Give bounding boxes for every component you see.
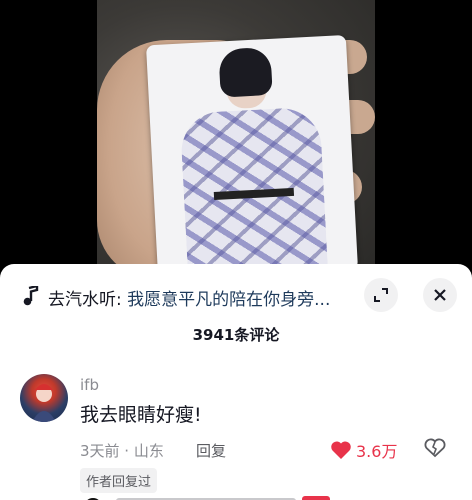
card-figure-hair	[218, 46, 273, 98]
author-replied-tag: 作者回复过	[80, 468, 158, 493]
comment-meta: 3天前 · 山东	[80, 442, 164, 460]
close-icon	[434, 289, 446, 301]
heart-icon	[331, 441, 351, 459]
expand-icon	[374, 288, 388, 302]
music-bar[interactable]: 去汽水听: 我愿意平凡的陪在你身旁...	[0, 278, 472, 314]
like-count: 3.6万	[356, 442, 398, 461]
avatar[interactable]	[20, 374, 68, 422]
like-button[interactable]: 3.6万	[330, 438, 397, 462]
comment-sheet: 去汽水听: 我愿意平凡的陪在你身旁... 3941条评论 ifb 我去眼睛好瘦!…	[0, 264, 472, 500]
close-button[interactable]	[423, 278, 457, 312]
next-badge	[302, 496, 330, 500]
music-text: 去汽水听: 我愿意平凡的陪在你身旁...	[48, 285, 330, 310]
video-frame	[97, 0, 375, 278]
photo-card	[145, 34, 359, 278]
dislike-button[interactable]	[424, 438, 446, 462]
comment-text: 我去眼睛好瘦!	[80, 404, 202, 426]
comment-username[interactable]: ifb	[80, 376, 99, 394]
reply-button[interactable]: 回复	[196, 440, 226, 461]
video-player[interactable]	[0, 0, 472, 278]
music-note-icon	[23, 286, 39, 306]
comment-item: ifb 我去眼睛好瘦! 3天前 · 山东 回复 3.6万 作者回复过	[0, 372, 472, 500]
music-song-title: 我愿意平凡的陪在你身旁...	[127, 290, 331, 310]
music-prefix: 去汽水听:	[48, 290, 122, 310]
next-comment-preview	[84, 496, 330, 500]
expand-button[interactable]	[364, 278, 398, 312]
broken-heart-icon	[424, 438, 446, 458]
avatar-image	[32, 384, 56, 422]
comment-count: 3941条评论	[192, 326, 280, 344]
